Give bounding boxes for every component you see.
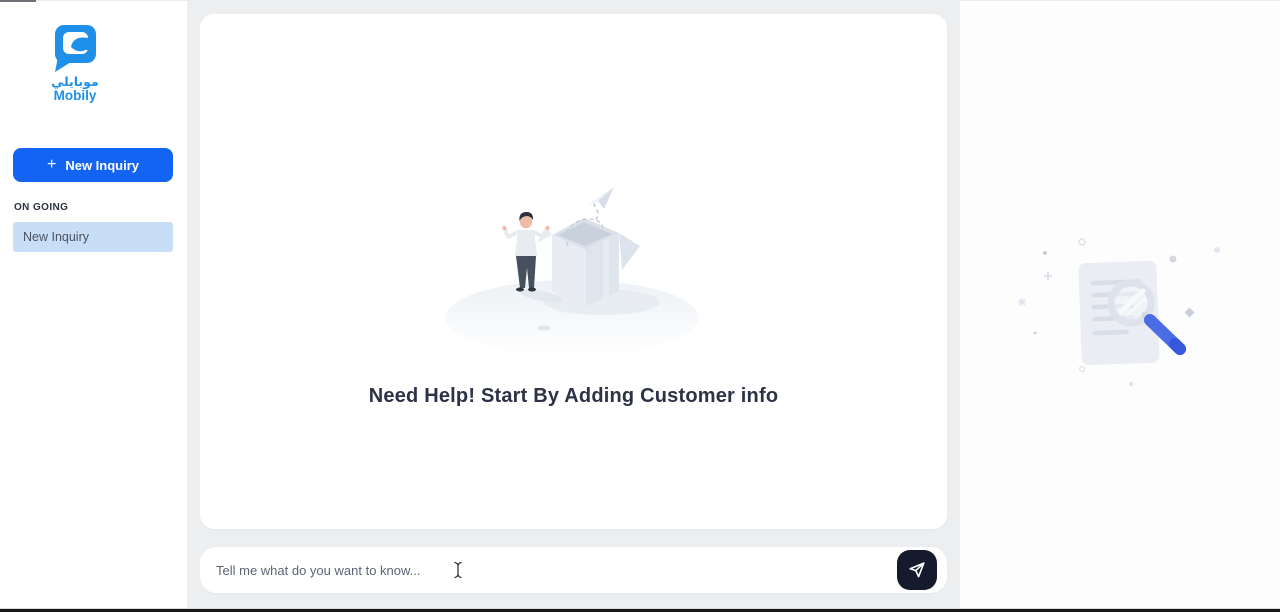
window-top-edge (0, 0, 1280, 1)
paper-plane-icon (909, 562, 925, 578)
send-button[interactable] (897, 550, 937, 590)
window-top-edge-dark (0, 0, 36, 2)
ongoing-section-label: ON GOING (14, 202, 69, 213)
new-inquiry-button[interactable]: + New Inquiry (13, 148, 173, 182)
right-panel (960, 0, 1280, 612)
document-search-illustration (1018, 238, 1220, 386)
plus-icon: + (46, 156, 57, 173)
mobily-logo-icon (55, 25, 96, 72)
app-window: موبايلي Mobily + New Inquiry ON GOING Ne… (0, 0, 1280, 612)
new-inquiry-button-label: New Inquiry (65, 157, 140, 173)
brand-name-latin: Mobily (53, 88, 97, 103)
sidebar: موبايلي Mobily + New Inquiry ON GOING Ne… (0, 0, 187, 612)
brand-name-arabic: موبايلي (51, 74, 99, 89)
sidebar-item-label: New Inquiry (23, 230, 89, 244)
chat-area: Need Help! Start By Adding Customer info (187, 0, 960, 612)
message-input[interactable] (200, 547, 890, 593)
message-composer (200, 547, 947, 593)
empty-state-heading: Need Help! Start By Adding Customer info (368, 385, 779, 407)
chat-empty-card: Need Help! Start By Adding Customer info (200, 14, 947, 529)
mobily-logo: موبايلي Mobily (0, 24, 150, 103)
text-cursor-icon (454, 561, 462, 579)
empty-state-illustration (444, 187, 699, 356)
sidebar-item-new-inquiry[interactable]: New Inquiry (13, 222, 173, 252)
